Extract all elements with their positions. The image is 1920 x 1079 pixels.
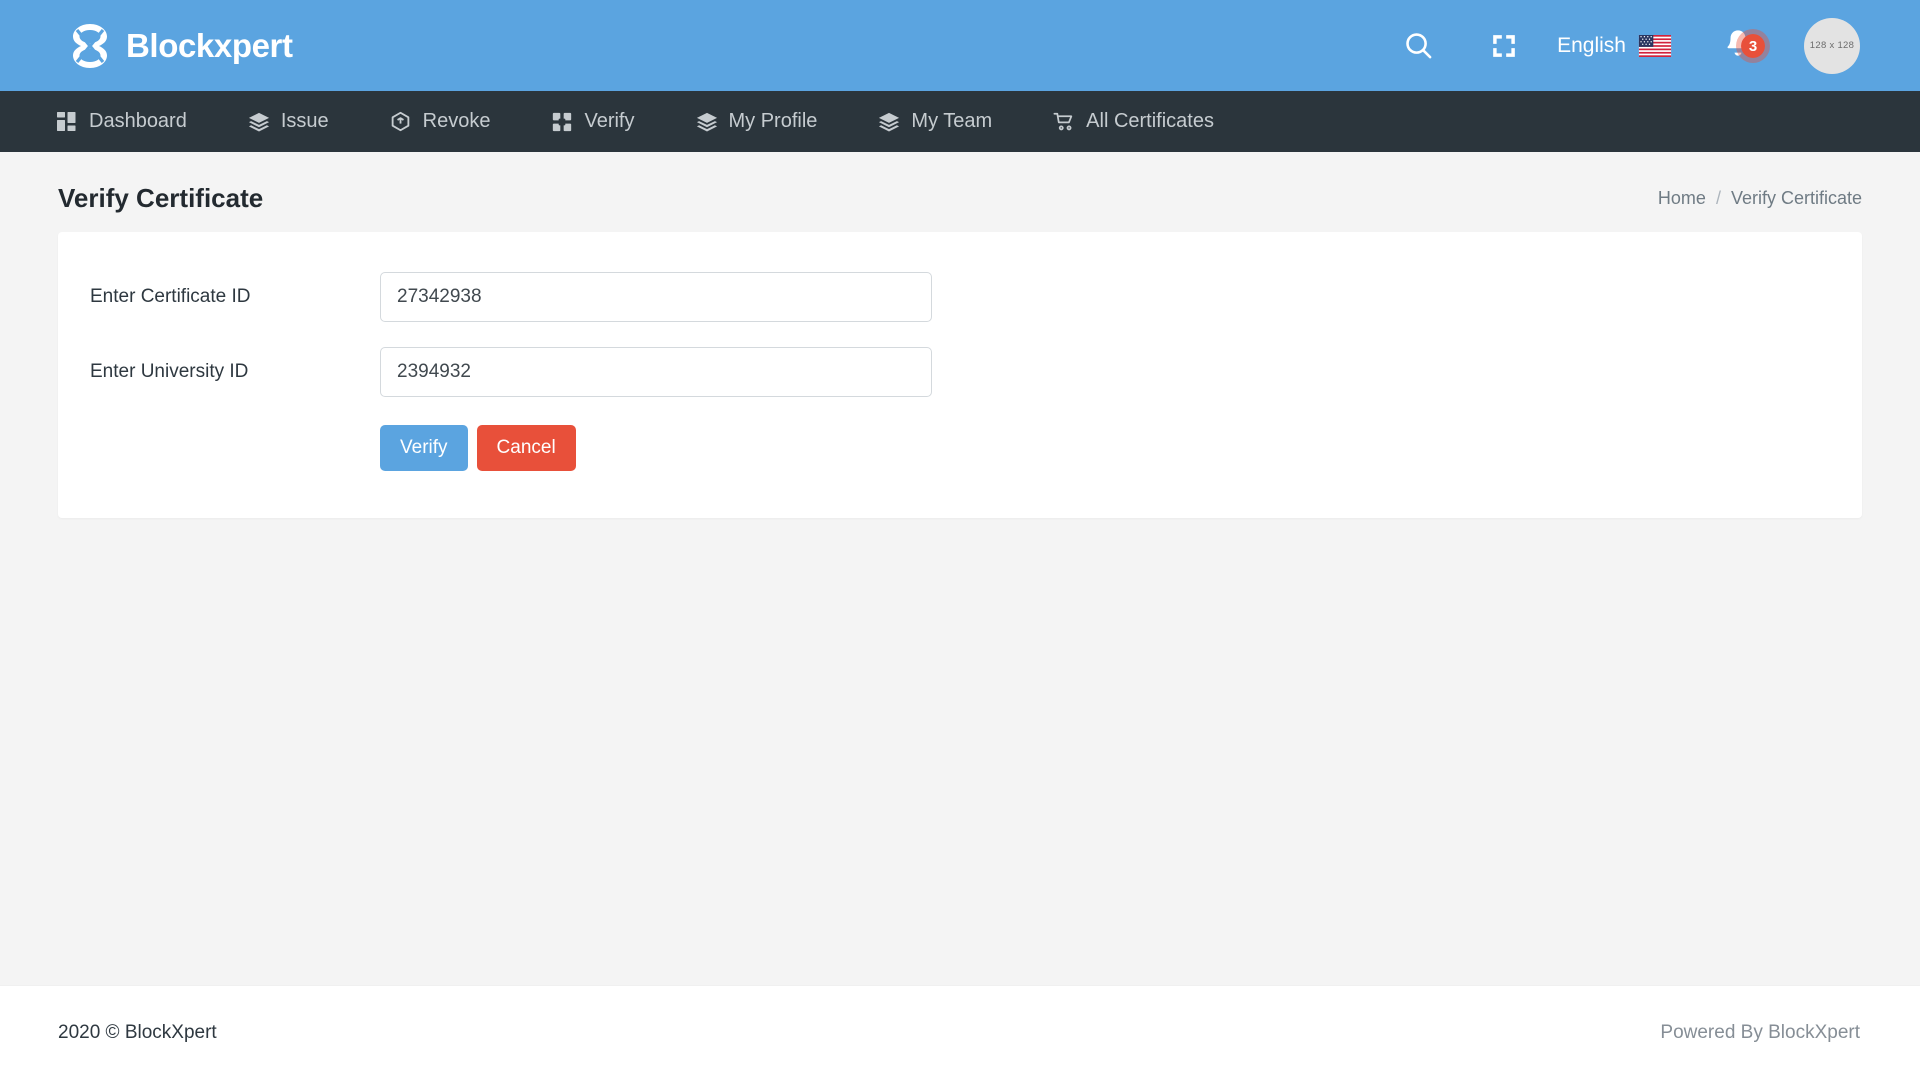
cart-icon [1053,111,1075,133]
layers-icon [878,111,900,133]
nav-label: All Certificates [1086,110,1214,132]
form-row-university-id: Enter University ID [58,347,1862,397]
footer-copyright: 2020 © BlockXpert [58,1021,217,1043]
nav-item-my-profile[interactable]: My Profile [696,110,879,133]
language-label: English [1557,33,1626,57]
avatar[interactable]: 128 x 128 [1804,17,1860,74]
verify-button[interactable]: Verify [380,425,468,471]
layers-icon [696,111,718,133]
app-root: Blockxpert English 3 128 x 128 Dashboard… [0,0,1920,1079]
cancel-button[interactable]: Cancel [476,425,576,471]
breadcrumb-separator: / [1715,187,1721,208]
nav-item-revoke[interactable]: Revoke [390,110,552,133]
page-content: Verify Certificate Home / Verify Certifi… [0,152,1920,985]
certificate-id-input[interactable] [380,272,932,322]
form-actions: Verify Cancel [348,425,1862,471]
main-navigation: Dashboard Issue Revoke Verify My Profile… [0,91,1920,152]
certificate-id-label: Enter Certificate ID [90,286,251,307]
nav-label: Dashboard [89,110,187,132]
layers-icon [248,111,270,133]
notifications-button[interactable]: 3 [1690,27,1786,64]
nav-label: My Team [911,110,993,132]
notification-badge: 3 [1736,29,1770,63]
page-header: Verify Certificate Home / Verify Certifi… [58,152,1862,232]
dashboard-grid-icon [56,111,78,133]
nav-item-my-team[interactable]: My Team [878,110,1053,133]
brand-logo[interactable]: Blockxpert [68,22,293,70]
nav-item-dashboard[interactable]: Dashboard [56,110,248,133]
nav-item-issue[interactable]: Issue [248,110,390,133]
footer-powered-by: Powered By BlockXpert [1660,1021,1860,1043]
topbar-actions: English 3 128 x 128 [1375,17,1860,74]
page-title: Verify Certificate [58,183,264,213]
university-id-input[interactable] [380,347,932,397]
blockxpert-logo-icon [68,22,112,70]
nav-label: My Profile [728,110,818,132]
university-id-label: Enter University ID [90,361,249,382]
avatar-placeholder-text: 128 x 128 [1809,40,1855,51]
us-flag-icon [1638,34,1672,57]
verify-form-card: Enter Certificate ID Enter University ID… [58,232,1862,518]
top-bar: Blockxpert English 3 128 x 128 [0,0,1920,91]
nav-label: Verify [584,110,635,132]
nav-item-verify[interactable]: Verify [551,110,695,133]
page-footer: 2020 © BlockXpert Powered By BlockXpert [0,985,1920,1079]
nav-label: Issue [280,110,329,132]
breadcrumb-current: Verify Certificate [1730,187,1862,208]
language-selector[interactable]: English [1547,34,1690,58]
brand-name: Blockxpert [126,27,293,64]
form-row-certificate-id: Enter Certificate ID [58,272,1862,322]
nav-item-all-certificates[interactable]: All Certificates [1053,110,1275,133]
nav-label: Revoke [422,110,491,132]
breadcrumb-home[interactable]: Home [1658,188,1706,209]
fullscreen-icon[interactable] [1461,33,1547,59]
expand-icon [551,111,573,133]
breadcrumb: Home / Verify Certificate [1658,188,1862,209]
cube-icon [390,111,412,133]
search-icon[interactable] [1375,30,1461,61]
